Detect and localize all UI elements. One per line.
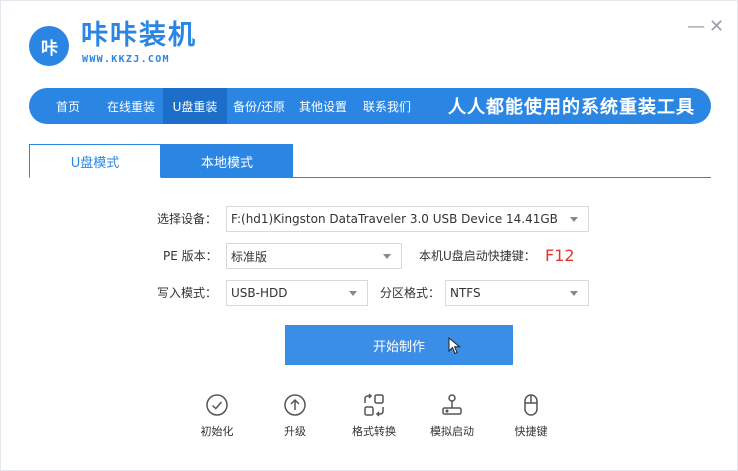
tool-shortcut-keys[interactable]: 快捷键 <box>501 393 561 439</box>
nav-slogan: 人人都能使用的系统重装工具 <box>448 97 695 118</box>
tool-simulate-boot[interactable]: 模拟启动 <box>422 393 482 439</box>
tool-initialize-label: 初始化 <box>200 425 234 438</box>
write-mode-select[interactable]: USB-HDD <box>226 280 368 306</box>
nav-item-online-reinstall[interactable]: 在线重装 <box>99 88 163 124</box>
tool-upgrade[interactable]: 升级 <box>265 393 325 439</box>
partition-format-select[interactable]: NTFS <box>445 280 589 306</box>
chevron-down-icon <box>383 254 391 259</box>
write-mode-label: 写入模式： <box>157 286 218 300</box>
device-select[interactable]: F:(hd1)Kingston DataTraveler 3.0 USB Dev… <box>226 206 589 232</box>
tool-shortcut-keys-label: 快捷键 <box>514 425 548 438</box>
nav-item-backup-restore[interactable]: 备份/还原 <box>227 88 291 124</box>
main-navbar: 首页 在线重装 U盘重装 备份/还原 其他设置 联系我们 人人都能使用的系统重装… <box>29 88 711 124</box>
start-making-button[interactable]: 开始制作 <box>285 325 513 365</box>
tool-simulate-boot-label: 模拟启动 <box>430 425 474 438</box>
chevron-down-icon <box>570 291 578 296</box>
partition-format-label: 分区格式： <box>380 286 441 300</box>
nav-item-usb-reinstall[interactable]: U盘重装 <box>163 88 227 124</box>
pe-version-label: PE 版本： <box>163 249 218 263</box>
logo-text: 咔 <box>41 38 58 59</box>
app-window: 咔 咔咔装机 WWW.KKZJ.COM — ✕ 首页 在线重装 U盘重装 备份/… <box>0 0 738 471</box>
pe-version-select[interactable]: 标准版 <box>226 243 402 269</box>
tab-local-mode[interactable]: 本地模式 <box>161 144 293 178</box>
device-select-value: F:(hd1)Kingston DataTraveler 3.0 USB Dev… <box>231 212 558 226</box>
tool-initialize[interactable]: 初始化 <box>187 393 247 439</box>
tool-format-convert-label: 格式转换 <box>352 425 396 438</box>
minimize-button[interactable]: — <box>687 17 705 37</box>
hotkey-label: 本机U盘启动快捷键： <box>419 249 536 263</box>
chevron-down-icon <box>570 217 578 222</box>
app-title: 咔咔装机 <box>81 20 197 51</box>
nav-item-home[interactable]: 首页 <box>37 88 99 124</box>
tool-upgrade-label: 升级 <box>284 425 306 438</box>
nav-item-other-settings[interactable]: 其他设置 <box>291 88 355 124</box>
close-button[interactable]: ✕ <box>709 17 724 37</box>
upload-circle-icon <box>284 394 306 416</box>
convert-icon <box>364 393 384 417</box>
mouse-pointer-icon <box>448 337 461 355</box>
app-logo: 咔 <box>29 26 69 66</box>
tab-usb-mode[interactable]: U盘模式 <box>29 144 161 178</box>
hotkey-value: F12 <box>545 246 575 265</box>
joystick-icon <box>442 394 462 415</box>
nav-item-contact-us[interactable]: 联系我们 <box>355 88 419 124</box>
app-url: WWW.KKZJ.COM <box>82 54 170 65</box>
mouse-icon <box>524 394 538 416</box>
tool-format-convert[interactable]: 格式转换 <box>344 393 404 439</box>
device-label: 选择设备： <box>157 212 218 226</box>
pe-version-select-value: 标准版 <box>231 249 268 264</box>
check-circle-icon <box>206 394 228 416</box>
partition-format-select-value: NTFS <box>450 286 481 300</box>
write-mode-select-value: USB-HDD <box>231 286 288 300</box>
chevron-down-icon <box>349 291 357 296</box>
